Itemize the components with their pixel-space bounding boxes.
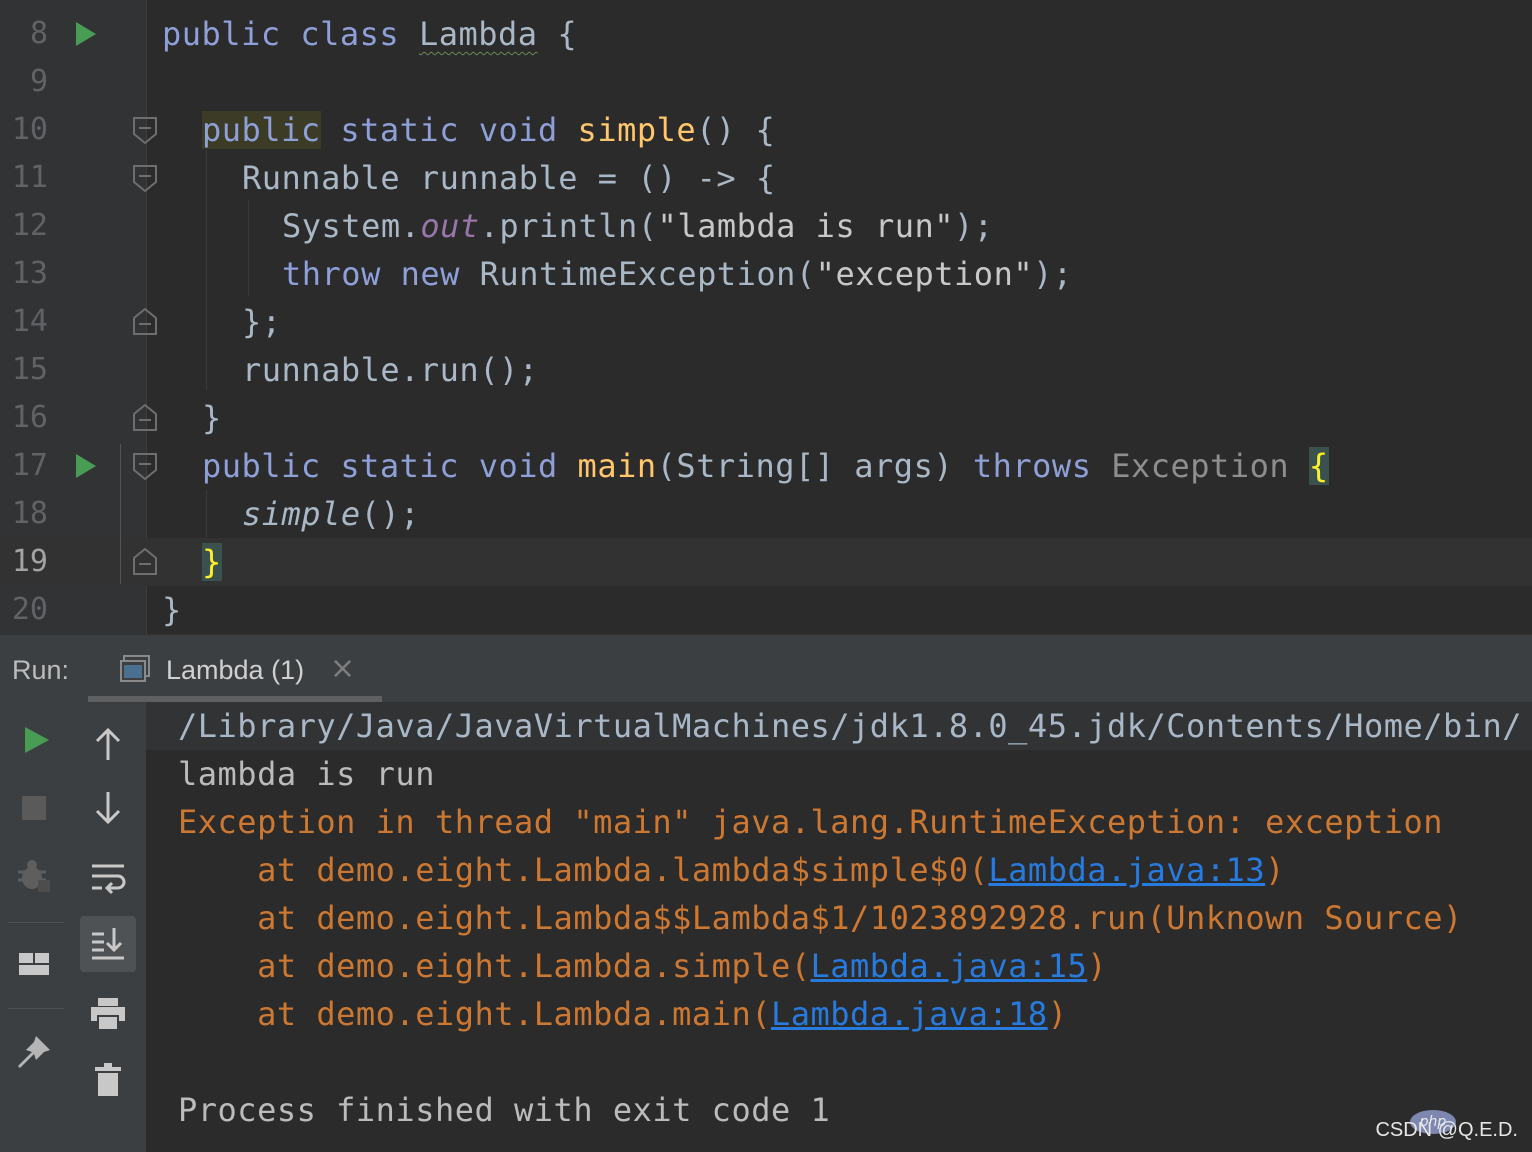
stack-trace-link[interactable]: Lambda.java:13 [988, 851, 1265, 889]
layout-icon[interactable] [14, 944, 54, 984]
fold-end-icon[interactable] [132, 538, 158, 586]
indent-guide [206, 150, 207, 390]
fold-end-icon[interactable] [132, 394, 158, 442]
code-line-10[interactable]: 10 public static void simple() { [0, 106, 1532, 154]
scroll-to-end-icon[interactable] [88, 924, 128, 964]
stack-trace-link[interactable]: Lambda.java:18 [771, 995, 1048, 1033]
code-editor[interactable]: 8 public class Lambda { 9 10 public stat… [0, 0, 1532, 634]
debug-bug-icon[interactable] [14, 856, 54, 896]
code-line-12[interactable]: 12 System.out.println("lambda is run"); [0, 202, 1532, 250]
run-class-icon[interactable] [72, 10, 100, 58]
code-line-16[interactable]: 16 } [0, 394, 1532, 442]
console-stdout-line: lambda is run [178, 755, 435, 793]
toolbar-separator [8, 1008, 64, 1009]
arrow-up-icon[interactable] [88, 724, 128, 764]
code-text: } [202, 399, 222, 437]
line-number: 17 [11, 448, 48, 483]
run-label: Run: [12, 655, 70, 685]
csdn-watermark: CSDN @Q.E.D. [1375, 1119, 1518, 1141]
line-number: 9 [29, 64, 48, 99]
run-tab-title[interactable]: Lambda (1) [166, 635, 304, 705]
fold-icon[interactable] [132, 106, 158, 154]
console-exception-line: Exception in thread "main" java.lang.Run… [178, 803, 1443, 841]
run-icon[interactable] [16, 720, 56, 760]
console-output[interactable]: /Library/Java/JavaVirtualMachines/jdk1.8… [146, 702, 1532, 1152]
line-number: 18 [11, 496, 48, 531]
console-command-line: /Library/Java/JavaVirtualMachines/jdk1.8… [178, 707, 1523, 745]
console-tab-icon [120, 655, 150, 683]
stop-icon[interactable] [14, 788, 54, 828]
line-number: 10 [11, 112, 48, 147]
code-line-15[interactable]: 15 runnable.run(); [0, 346, 1532, 394]
code-line-20[interactable]: 20 } [0, 586, 1532, 634]
code-line-11[interactable]: 11 Runnable runnable = () -> { [0, 154, 1532, 202]
code-line-8[interactable]: 8 public class Lambda { [0, 10, 1532, 58]
close-icon[interactable]: × [330, 651, 355, 686]
code-text: } [162, 591, 182, 629]
line-number: 11 [11, 160, 48, 195]
code-line-13[interactable]: 13 throw new RuntimeException("exception… [0, 250, 1532, 298]
line-number: 14 [11, 304, 48, 339]
code-line-18[interactable]: 18 simple(); [0, 490, 1532, 538]
code-line-19-current[interactable]: 19 } [0, 538, 1532, 586]
toolbar-separator [8, 922, 64, 923]
print-icon[interactable] [88, 994, 128, 1034]
change-marker [120, 444, 121, 584]
line-number: 20 [11, 592, 48, 627]
run-toolbar-secondary [72, 702, 146, 1152]
code-text: public static void main(String[] args) t… [202, 447, 1329, 485]
fold-icon[interactable] [132, 154, 158, 202]
code-text: } [202, 538, 222, 586]
indent-guide [248, 200, 249, 296]
run-toolbar-primary [0, 702, 73, 1152]
trash-icon[interactable] [88, 1060, 128, 1100]
run-tool-window-header: Run: Lambda (1) × [0, 634, 1532, 703]
class-name: Lambda [418, 15, 538, 53]
matched-brace: { [1308, 447, 1329, 485]
code-line-14[interactable]: 14 }; [0, 298, 1532, 346]
pin-icon[interactable] [14, 1032, 54, 1072]
stack-trace-line: at demo.eight.Lambda.simple(Lambda.java:… [178, 947, 1107, 985]
run-main-icon[interactable] [72, 442, 100, 490]
code-text: public static void simple() { [202, 111, 776, 149]
stack-trace-link[interactable]: Lambda.java:15 [811, 947, 1088, 985]
stack-trace-line: at demo.eight.Lambda.lambda$simple$0(Lam… [178, 851, 1285, 889]
line-number: 12 [11, 208, 48, 243]
stack-trace-line: at demo.eight.Lambda$$Lambda$1/102389292… [178, 899, 1463, 937]
soft-wrap-icon[interactable] [88, 858, 128, 898]
fold-icon[interactable] [132, 442, 158, 490]
stack-trace-line: at demo.eight.Lambda.main(Lambda.java:18… [178, 995, 1068, 1033]
line-number: 8 [29, 16, 48, 51]
code-line-9[interactable]: 9 [0, 58, 1532, 106]
code-text: throw new RuntimeException("exception"); [282, 255, 1073, 293]
code-text: System.out.println("lambda is run"); [282, 207, 994, 245]
process-exit-line: Process finished with exit code 1 [178, 1091, 831, 1129]
arrow-down-icon[interactable] [88, 788, 128, 828]
indent-guide [206, 490, 207, 538]
fold-end-icon[interactable] [132, 298, 158, 346]
line-number: 13 [11, 256, 48, 291]
code-text: Runnable runnable = () -> { [242, 159, 776, 197]
matched-brace: } [202, 543, 222, 581]
line-number: 15 [11, 352, 48, 387]
code-text: }; [242, 303, 282, 341]
code-text: simple(); [242, 495, 420, 533]
line-number: 16 [11, 400, 48, 435]
code-line-17[interactable]: 17 public static void main(String[] args… [0, 442, 1532, 490]
line-number: 19 [11, 544, 48, 579]
code-text: runnable.run(); [242, 351, 539, 389]
code-text: public class Lambda { [162, 15, 578, 53]
